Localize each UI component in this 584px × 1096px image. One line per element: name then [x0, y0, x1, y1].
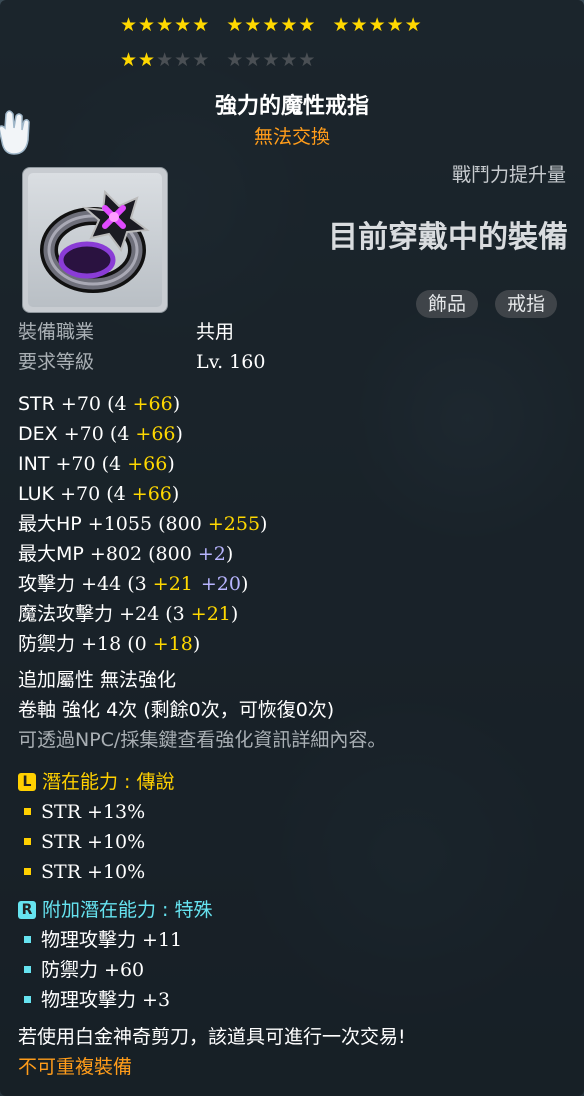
requirement-level: 要求等級 Lv. 160: [18, 351, 266, 373]
item-tooltip: ★★★★★ ★★★★★ ★★★★★ ★★★★★ ★★★★★ 強力的魔性戒指 無法交換 …: [0, 0, 584, 1096]
requirement-job: 裝備職業 共用: [18, 321, 235, 343]
star-filled-icon: ★: [226, 14, 245, 36]
star-filled-icon: ★: [138, 49, 157, 71]
stat-row: INT +70 (4 +66): [18, 453, 175, 475]
star-filled-icon: ★: [350, 14, 369, 36]
star-filled-icon: ★: [174, 14, 193, 36]
star-filled-icon: ★: [280, 14, 299, 36]
stat-row: STR +70 (4 +66): [18, 393, 181, 415]
star-empty-icon: ★: [244, 49, 263, 71]
star-filled-icon: ★: [192, 14, 211, 36]
star-empty-icon: ★: [174, 49, 193, 71]
star-filled-icon: ★: [244, 14, 263, 36]
potential-line: STR +13%: [18, 800, 145, 824]
scroll-upgrade-text: 卷軸 強化 4次 (剩餘0次，可恢復0次): [18, 699, 335, 721]
bullet-icon: [24, 995, 31, 1003]
scissors-notice: 若使用白金神奇剪刀，該道具可進行一次交易!: [18, 1026, 406, 1048]
star-empty-icon: ★: [156, 49, 175, 71]
star-force-row-2: ★★★★★ ★★★★★: [120, 49, 332, 71]
stat-row: 攻擊力 +44 (3 +21 +20): [18, 573, 249, 595]
star-filled-icon: ★: [138, 14, 157, 36]
stat-row: LUK +70 (4 +66): [18, 483, 180, 505]
stat-row: DEX +70 (4 +66): [18, 423, 183, 445]
power-increase-label: 戰鬥力提升量: [451, 164, 566, 186]
star-filled-icon: ★: [120, 14, 139, 36]
potential-header: L 潛在能力 : 傳說: [18, 770, 174, 794]
star-filled-icon: ★: [156, 14, 175, 36]
upgrade-hint-text: 可透過NPC/採集鍵查看強化資訊詳細內容。: [18, 729, 387, 751]
bullet-icon: [24, 837, 31, 845]
bullet-icon: [24, 807, 31, 815]
potential-line: STR +10%: [18, 830, 145, 854]
star-force-row-1: ★★★★★ ★★★★★ ★★★★★: [120, 14, 439, 36]
potential-line: 防禦力 +60: [18, 958, 144, 982]
currently-equipped-label: 目前穿戴中的裝備: [328, 220, 568, 255]
potential-line: 物理攻擊力 +3: [18, 988, 170, 1012]
star-empty-icon: ★: [262, 49, 281, 71]
star-empty-icon: ★: [226, 49, 245, 71]
bullet-icon: [24, 935, 31, 943]
star-filled-icon: ★: [386, 14, 405, 36]
bullet-icon: [24, 867, 31, 875]
star-filled-icon: ★: [332, 14, 351, 36]
star-empty-icon: ★: [298, 49, 317, 71]
bonus-potential-header: R 附加潛在能力 : 特殊: [18, 898, 212, 922]
stat-row: 防禦力 +18 (0 +18): [18, 633, 201, 655]
item-name: 強力的魔性戒指: [214, 94, 369, 119]
stat-row: 魔法攻擊力 +24 (3 +21): [18, 603, 239, 625]
star-filled-icon: ★: [120, 49, 139, 71]
extra-attribute-text: 追加屬性 無法強化: [18, 669, 177, 691]
star-filled-icon: ★: [262, 14, 281, 36]
bullet-icon: [24, 965, 31, 973]
star-empty-icon: ★: [280, 49, 299, 71]
potential-line: STR +10%: [18, 860, 145, 884]
stat-row: 最大HP +1055 (800 +255): [18, 513, 268, 535]
star-filled-icon: ★: [298, 14, 317, 36]
unique-equip-notice: 不可重複裝備: [18, 1056, 133, 1078]
legendary-badge-icon: L: [18, 773, 36, 791]
item-icon-frame: [22, 167, 168, 313]
purple-ring-icon: [40, 189, 150, 293]
category-tag: 飾品: [416, 290, 479, 318]
stat-row: 最大MP +802 (800 +2): [18, 543, 234, 565]
rare-badge-icon: R: [18, 901, 36, 919]
star-empty-icon: ★: [192, 49, 211, 71]
star-filled-icon: ★: [368, 14, 387, 36]
type-tag: 戒指: [495, 290, 558, 318]
potential-line: 物理攻擊力 +11: [18, 928, 182, 952]
star-filled-icon: ★: [404, 14, 423, 36]
trade-status: 無法交換: [253, 126, 330, 148]
